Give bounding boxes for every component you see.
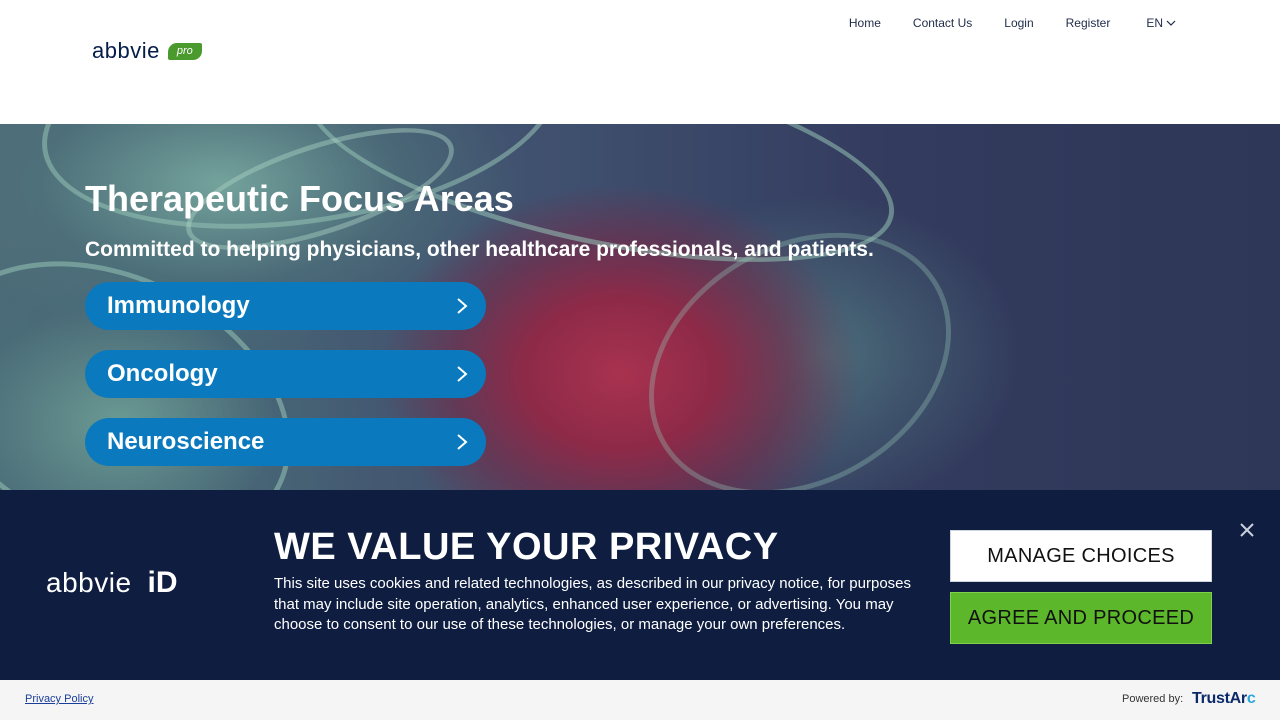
immunology-button[interactable]: Immunology (85, 282, 486, 330)
chevron-right-icon (457, 366, 468, 382)
nav-login-link[interactable]: Login (1004, 16, 1033, 30)
nav-contact-link[interactable]: Contact Us (913, 16, 972, 30)
trustarc-wordmark-c: c (1246, 690, 1256, 707)
powered-by-label: Powered by: (1122, 693, 1184, 705)
privacy-description: This site uses cookies and related techn… (274, 575, 912, 633)
manage-choices-button[interactable]: MANAGE CHOICES (950, 530, 1212, 582)
privacy-policy-link[interactable]: Privacy Policy (25, 693, 93, 705)
agree-and-proceed-button[interactable]: AGREE AND PROCEED (950, 592, 1212, 644)
logo-pro-badge: pro (167, 42, 202, 60)
logo-wordmark: abbvie (92, 38, 160, 63)
banner-logo-id: iD (147, 566, 178, 599)
site-header: abbvie pro Home Contact Us Login Registe… (0, 0, 1280, 124)
language-label: EN (1146, 16, 1163, 30)
neuroscience-button[interactable]: Neuroscience (85, 418, 486, 466)
oncology-button[interactable]: Oncology (85, 350, 486, 398)
close-icon[interactable] (1237, 520, 1257, 540)
trustarc-logo[interactable]: TrustArc (1192, 690, 1256, 708)
privacy-title: WE VALUE YOUR PRIVACY (274, 526, 779, 568)
chevron-right-icon (457, 298, 468, 314)
nav-register-link[interactable]: Register (1066, 16, 1111, 30)
hero-subtitle: Committed to helping physicians, other h… (85, 238, 874, 261)
abbvie-pro-logo[interactable]: abbvie pro (92, 38, 202, 64)
chevron-down-icon (1166, 20, 1176, 26)
chevron-right-icon (457, 434, 468, 450)
banner-logo-wordmark: abbvie (46, 567, 132, 598)
hero-title: Therapeutic Focus Areas (85, 178, 514, 219)
trustarc-wordmark: TrustAr (1192, 690, 1247, 707)
nav-home-link[interactable]: Home (849, 16, 881, 30)
consent-footer: Privacy Policy Powered by: TrustArc (0, 680, 1280, 720)
neuroscience-label: Neuroscience (107, 428, 265, 455)
abbvie-id-logo: abbvie iD (46, 566, 178, 600)
immunology-label: Immunology (107, 292, 250, 319)
oncology-label: Oncology (107, 360, 218, 387)
language-selector[interactable]: EN (1146, 16, 1176, 30)
top-nav: Home Contact Us Login Register EN (817, 16, 1176, 30)
hero-banner: Therapeutic Focus Areas Committed to hel… (0, 124, 1280, 490)
cookie-consent-banner: abbvie iD WE VALUE YOUR PRIVACY This sit… (0, 490, 1280, 680)
